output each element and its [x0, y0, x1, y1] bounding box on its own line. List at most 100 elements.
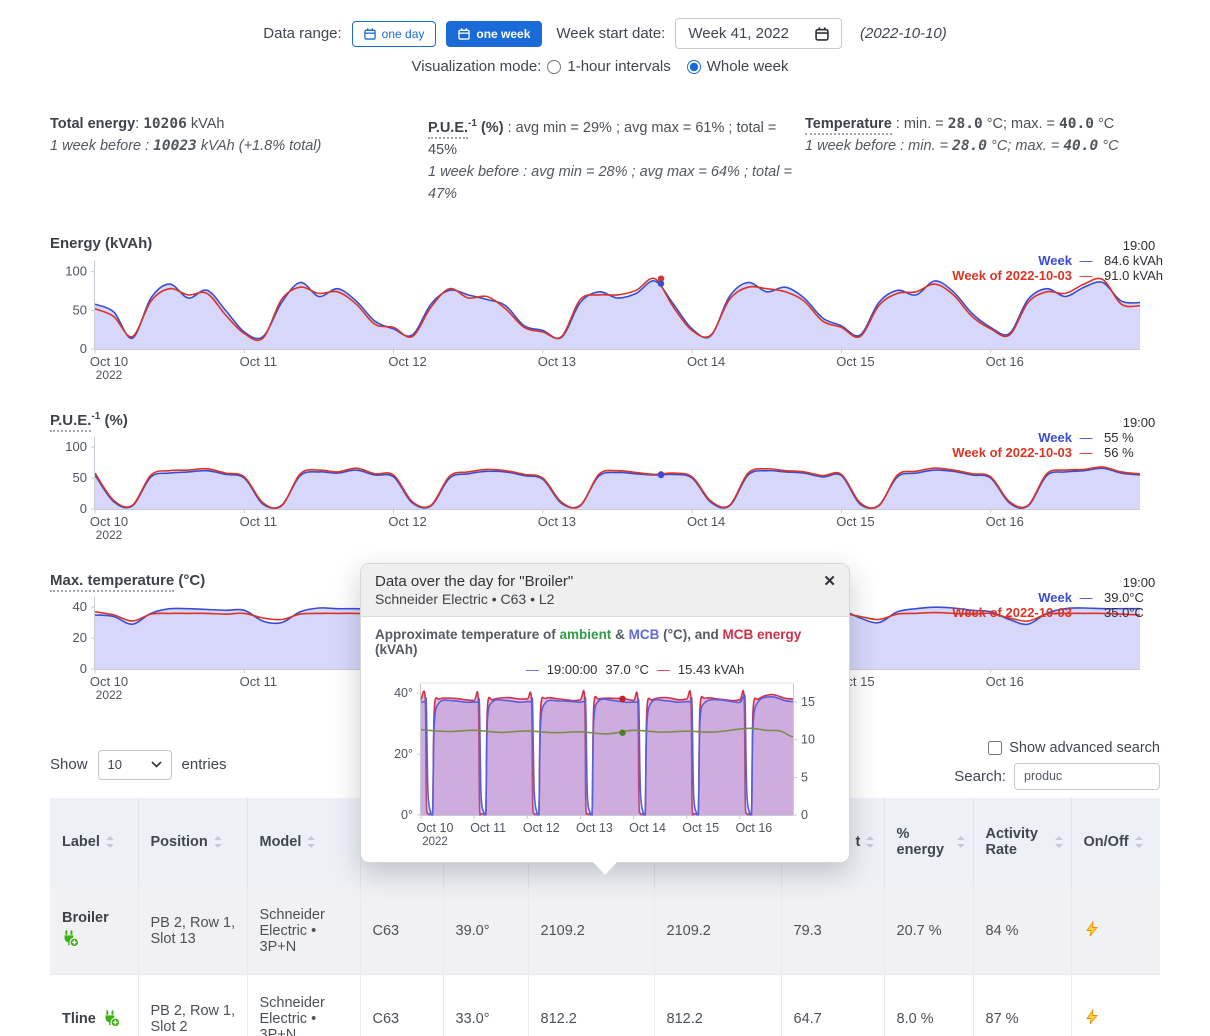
mode-week-radio[interactable]	[687, 60, 701, 74]
data-range-label: Data range:	[263, 25, 341, 42]
calendar-icon	[364, 28, 376, 40]
popup-subtitle: Schneider Electric • C63 • L2	[375, 591, 809, 607]
search-input[interactable]	[1014, 763, 1160, 790]
advanced-search-checkbox[interactable]	[988, 741, 1002, 755]
sort-icon	[307, 836, 315, 848]
stat-pue: P.U.E.-1 (%) : avg min = 29% ; avg max =…	[428, 113, 805, 205]
svg-text:2022: 2022	[96, 688, 123, 702]
column-header-activity-rate[interactable]: Activity Rate	[973, 798, 1071, 887]
svg-text:Oct 10: Oct 10	[90, 514, 128, 529]
one-day-button[interactable]: one day	[352, 21, 437, 47]
svg-text:Oct 16: Oct 16	[986, 674, 1024, 689]
plug-circle-plus-icon	[103, 1010, 120, 1027]
popup-header: Data over the day for "Broiler" Schneide…	[361, 564, 849, 617]
calendar-icon	[458, 28, 470, 40]
stat-temperature: Temperature : min. = 28.0 °C; max. = 40.…	[805, 113, 1160, 205]
pue-chart-legend: 19:00 Week—55 % Week of 2022-10-03—56 %	[952, 415, 1178, 460]
entries-label: entries	[182, 756, 227, 773]
svg-text:40°: 40°	[394, 686, 413, 700]
svg-text:15: 15	[801, 695, 815, 709]
mode-week-label: Whole week	[707, 58, 789, 75]
svg-text:20: 20	[73, 630, 87, 645]
svg-text:Oct 15: Oct 15	[836, 514, 874, 529]
svg-text:Oct 10: Oct 10	[90, 674, 128, 689]
top-controls: Data range: one day one week Week start …	[0, 0, 1210, 75]
svg-text:Oct 14: Oct 14	[629, 821, 666, 835]
stat-total-energy: Total energy: 10206 kVAh 1 week before :…	[50, 113, 428, 205]
lightning-icon[interactable]	[1084, 925, 1100, 941]
device-detail-popup: Data over the day for "Broiler" Schneide…	[360, 563, 850, 863]
svg-text:5: 5	[801, 770, 808, 784]
plug-circle-plus-icon	[62, 930, 79, 947]
column-header-model[interactable]: Model	[247, 798, 360, 887]
popup-chart-legend: —19:00:0037.0 °C—15.43 kVAh	[375, 662, 835, 677]
table-row[interactable]: Broiler PB 2, Row 1, Slot 13 Schneider E…	[50, 887, 1160, 975]
popup-chart-plot[interactable]: 0°20°40°051015Oct 102022Oct 11Oct 12Oct …	[375, 677, 837, 849]
svg-text:100: 100	[65, 264, 87, 279]
svg-text:Oct 16: Oct 16	[986, 354, 1024, 369]
svg-text:0: 0	[80, 661, 87, 676]
svg-text:0°: 0°	[401, 808, 413, 822]
summary-stats: Total energy: 10206 kVAh 1 week before :…	[50, 113, 1160, 205]
popup-chart-title: Approximate temperature of ambient & MCB…	[375, 627, 835, 657]
sort-icon	[106, 836, 114, 848]
svg-text:Oct 15: Oct 15	[836, 354, 874, 369]
svg-text:Oct 11: Oct 11	[240, 354, 277, 369]
svg-text:Oct 13: Oct 13	[576, 821, 613, 835]
advanced-search-label: Show advanced search	[1009, 740, 1160, 756]
svg-text:Oct 14: Oct 14	[687, 514, 725, 529]
svg-text:Oct 10: Oct 10	[90, 354, 128, 369]
svg-text:Oct 11: Oct 11	[240, 514, 277, 529]
mode-hourly-radio[interactable]	[547, 60, 561, 74]
mode-hourly-label: 1-hour intervals	[567, 58, 670, 75]
energy-chart-block: Energy (kVAh) 19:00 Week—84.6 kVAh Week …	[40, 235, 1210, 405]
column-header-label[interactable]: Label	[50, 798, 138, 887]
page-size-select[interactable]: 10	[98, 750, 172, 780]
temp-chart-legend: 19:00 Week—39.0°C Week of 2022-10-03—35.…	[952, 575, 1178, 620]
svg-text:Oct 16: Oct 16	[986, 514, 1024, 529]
chevron-down-icon	[151, 761, 162, 768]
viz-mode-label: Visualization mode:	[412, 58, 542, 75]
svg-text:Oct 16: Oct 16	[735, 821, 772, 835]
svg-text:50: 50	[73, 302, 87, 317]
column-header-onoff[interactable]: On/Off	[1071, 798, 1160, 887]
sort-icon	[1135, 836, 1143, 848]
svg-text:Oct 14: Oct 14	[687, 354, 725, 369]
sort-icon	[214, 836, 222, 848]
svg-text:20°: 20°	[394, 747, 413, 761]
column-header-pct-energy[interactable]: % energy	[884, 798, 973, 887]
close-icon[interactable]: ✕	[823, 574, 836, 589]
column-header-position[interactable]: Position	[138, 798, 247, 887]
sort-icon	[866, 836, 874, 848]
svg-text:Oct 11: Oct 11	[240, 674, 277, 689]
sort-icon	[1055, 836, 1063, 848]
popup-title: Data over the day for "Broiler"	[375, 573, 809, 590]
svg-text:Oct 10: Oct 10	[417, 821, 454, 835]
svg-text:0: 0	[80, 501, 87, 516]
energy-chart-legend: 19:00 Week—84.6 kVAh Week of 2022-10-03—…	[952, 238, 1178, 283]
search-label: Search:	[954, 768, 1006, 785]
svg-text:10: 10	[801, 733, 815, 747]
svg-text:50: 50	[73, 470, 87, 485]
one-week-button[interactable]: one week	[446, 21, 542, 47]
table-row[interactable]: Tline PB 2, Row 1, Slot 2 Schneider Elec…	[50, 975, 1160, 1036]
week-date-input[interactable]: Week 41, 2022	[675, 18, 842, 49]
show-label: Show	[50, 756, 88, 773]
pue-chart-block: P.U.E.-1 (%) 19:00 Week—55 % Week of 202…	[40, 411, 1210, 564]
week-start-label: Week start date:	[556, 25, 665, 42]
svg-text:Oct 12: Oct 12	[388, 514, 426, 529]
lightning-icon[interactable]	[1084, 1013, 1100, 1029]
svg-text:Oct 11: Oct 11	[470, 821, 506, 835]
svg-text:100: 100	[65, 439, 87, 454]
calendar-icon	[815, 27, 829, 41]
svg-text:Oct 13: Oct 13	[538, 514, 576, 529]
svg-text:40: 40	[73, 599, 87, 614]
svg-text:2022: 2022	[96, 528, 123, 542]
svg-text:Oct 13: Oct 13	[538, 354, 576, 369]
svg-text:Oct 12: Oct 12	[523, 821, 560, 835]
week-date-hint: (2022-10-10)	[860, 25, 947, 42]
svg-text:0: 0	[801, 808, 808, 822]
svg-text:0: 0	[80, 341, 87, 356]
svg-text:Oct 15: Oct 15	[682, 821, 719, 835]
svg-text:Oct 12: Oct 12	[388, 354, 426, 369]
